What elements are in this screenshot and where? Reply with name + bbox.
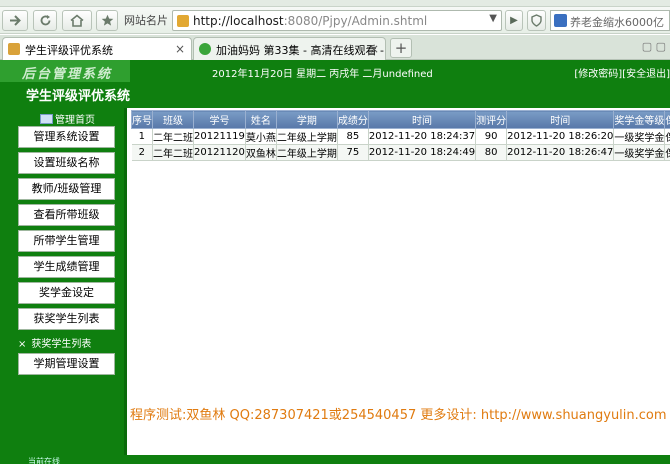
- sidebar-item-semester[interactable]: 学期管理设置: [18, 353, 115, 375]
- cell: 2012-11-20 18:24:49: [368, 144, 477, 161]
- bookmark-button[interactable]: [96, 10, 118, 31]
- sidebar-item-teacher-class[interactable]: 教师/班级管理: [18, 178, 115, 200]
- tab-video[interactable]: 加油妈妈 第33集 - 高清在线观看 - ... ×: [193, 37, 386, 60]
- sidebar-item-class-names[interactable]: 设置班级名称: [18, 152, 115, 174]
- cell: 2012-11-20 18:24:37: [368, 128, 477, 145]
- forward-button[interactable]: [2, 10, 28, 31]
- favorites-label[interactable]: 网站名片: [124, 10, 170, 31]
- col-header: 奖学金等级: [613, 110, 666, 129]
- address-bar[interactable]: http://localhost:8080/Pjpy/Admin.shtml ▼: [172, 10, 502, 31]
- go-button[interactable]: ▶: [505, 10, 523, 31]
- search-engine-icon: [554, 14, 567, 27]
- online-status: 当前在线: [28, 457, 60, 464]
- sidebar: 管理首页 管理系统设置 设置班级名称 教师/班级管理 查看所带班级 所带学生管理…: [0, 108, 127, 455]
- col-header: 学期: [275, 110, 338, 129]
- tab-student-system[interactable]: 学生评级评优系统 ×: [2, 37, 192, 60]
- col-header: 成绩分: [336, 110, 369, 129]
- cell: 85: [337, 128, 369, 145]
- col-header: 姓名: [244, 110, 277, 129]
- shield-icon: [531, 14, 542, 27]
- cell: 一级奖学金: [613, 144, 666, 161]
- col-header: 时间: [506, 110, 615, 129]
- home-icon: [70, 14, 84, 27]
- cell: 75: [337, 144, 369, 161]
- cell: 二年级上学期: [276, 128, 338, 145]
- save-link[interactable]: 保存: [664, 128, 670, 145]
- table-row: 2 二年二班 20121120 双鱼林 二年级上学期 75 2012-11-20…: [131, 144, 670, 161]
- cell: 2012-11-20 18:26:20: [506, 128, 615, 145]
- cell: 双鱼林: [245, 144, 277, 161]
- bottom-bar: 当前在线: [0, 455, 670, 464]
- winners-table: 序号 班级 学号 姓名 学期 成绩分 时间 测评分 时间 奖学金等级 保存 1 …: [131, 110, 670, 161]
- browser-menu-strip: [0, 0, 670, 7]
- search-text: 养老金缩水6000亿: [570, 16, 664, 29]
- header-links: [修改密码][安全退出]: [574, 65, 670, 80]
- save-link[interactable]: 保存: [664, 144, 670, 161]
- browser-tab-bar: 学生评级评优系统 × 加油妈妈 第33集 - 高清在线观看 - ... × + …: [0, 35, 670, 60]
- col-header: 测评分: [475, 110, 508, 129]
- tab-label: 学生评级评优系统: [25, 44, 113, 57]
- sidebar-item-grades[interactable]: 学生成绩管理: [18, 256, 115, 278]
- close-icon[interactable]: ×: [175, 42, 185, 56]
- col-header: 学号: [193, 110, 246, 129]
- close-icon[interactable]: ×: [369, 42, 379, 56]
- col-header: 时间: [367, 110, 477, 129]
- forward-arrow-icon: [10, 15, 21, 26]
- sidebar-item-scholarship[interactable]: 奖学金设定: [18, 282, 115, 304]
- admin-logo: 后台管理系统: [0, 60, 130, 82]
- logout-link[interactable]: [安全退出]: [622, 69, 670, 80]
- shield-button[interactable]: [527, 10, 546, 31]
- system-title: 学生评级评优系统: [26, 89, 131, 104]
- cell: 二年二班: [152, 128, 194, 145]
- monitor-icon: [40, 114, 53, 124]
- developer-note: 程序测试:双鱼林 QQ:287307421或254540457 更多设计: ht…: [130, 408, 667, 423]
- site-icon: [177, 15, 189, 27]
- change-password-link[interactable]: [修改密码]: [574, 69, 622, 80]
- tab-label: 加油妈妈 第33集 - 高清在线观看 - ...: [216, 44, 386, 57]
- col-header: 班级: [152, 110, 194, 129]
- site-favicon-icon: [8, 43, 20, 55]
- home-button[interactable]: [62, 10, 92, 31]
- browser-toolbar: 网站名片 http://localhost:8080/Pjpy/Admin.sh…: [0, 7, 670, 34]
- cell: 二年级上学期: [276, 144, 338, 161]
- cell: 莫小燕: [245, 128, 277, 145]
- play-icon: [199, 43, 211, 55]
- cell: 80: [475, 144, 508, 161]
- cell: 2012-11-20 18:26:47: [506, 144, 615, 161]
- cell: 二年二班: [152, 144, 194, 161]
- table-row: 1 二年二班 20121119 莫小燕 二年级上学期 85 2012-11-20…: [131, 128, 670, 145]
- new-tab-button[interactable]: +: [390, 38, 412, 58]
- app-header: 后台管理系统 学生评级评优系统 2012年11月20日 星期二 丙戌年 二月un…: [0, 60, 670, 108]
- sidebar-item-system-settings[interactable]: 管理系统设置: [18, 126, 115, 148]
- col-header: 序号: [131, 110, 153, 129]
- refresh-button[interactable]: [33, 10, 57, 31]
- refresh-icon: [40, 15, 50, 26]
- date-display: 2012年11月20日 星期二 丙戌年 二月undefined: [212, 69, 433, 80]
- table-header-row: 序号 班级 学号 姓名 学期 成绩分 时间 测评分 时间 奖学金等级 保存: [131, 110, 670, 129]
- star-icon: [101, 14, 113, 26]
- sidebar-expanded-heading[interactable]: × 获奖学生列表: [18, 335, 91, 350]
- url-text: http://localhost:8080/Pjpy/Admin.shtml: [193, 14, 428, 28]
- cell: 2: [131, 144, 153, 161]
- cell: 一级奖学金: [613, 128, 666, 145]
- cell: 20121120: [193, 144, 246, 161]
- main-content: 序号 班级 学号 姓名 学期 成绩分 时间 测评分 时间 奖学金等级 保存 1 …: [130, 108, 670, 455]
- sidebar-item-students[interactable]: 所带学生管理: [18, 230, 115, 252]
- sidebar-item-winners[interactable]: 获奖学生列表: [18, 308, 115, 330]
- cell: 90: [475, 128, 508, 145]
- cell: 20121119: [193, 128, 246, 145]
- cell: 1: [131, 128, 153, 145]
- sidebar-item-my-classes[interactable]: 查看所带班级: [18, 204, 115, 226]
- col-header: 保存: [664, 110, 670, 129]
- search-box[interactable]: 养老金缩水6000亿: [550, 10, 670, 31]
- sidebar-home[interactable]: 管理首页: [40, 111, 95, 126]
- tab-list-icon[interactable]: ▢ ▢: [642, 40, 666, 53]
- chevron-down-icon[interactable]: ▼: [489, 13, 497, 24]
- collapse-icon: ×: [18, 339, 27, 350]
